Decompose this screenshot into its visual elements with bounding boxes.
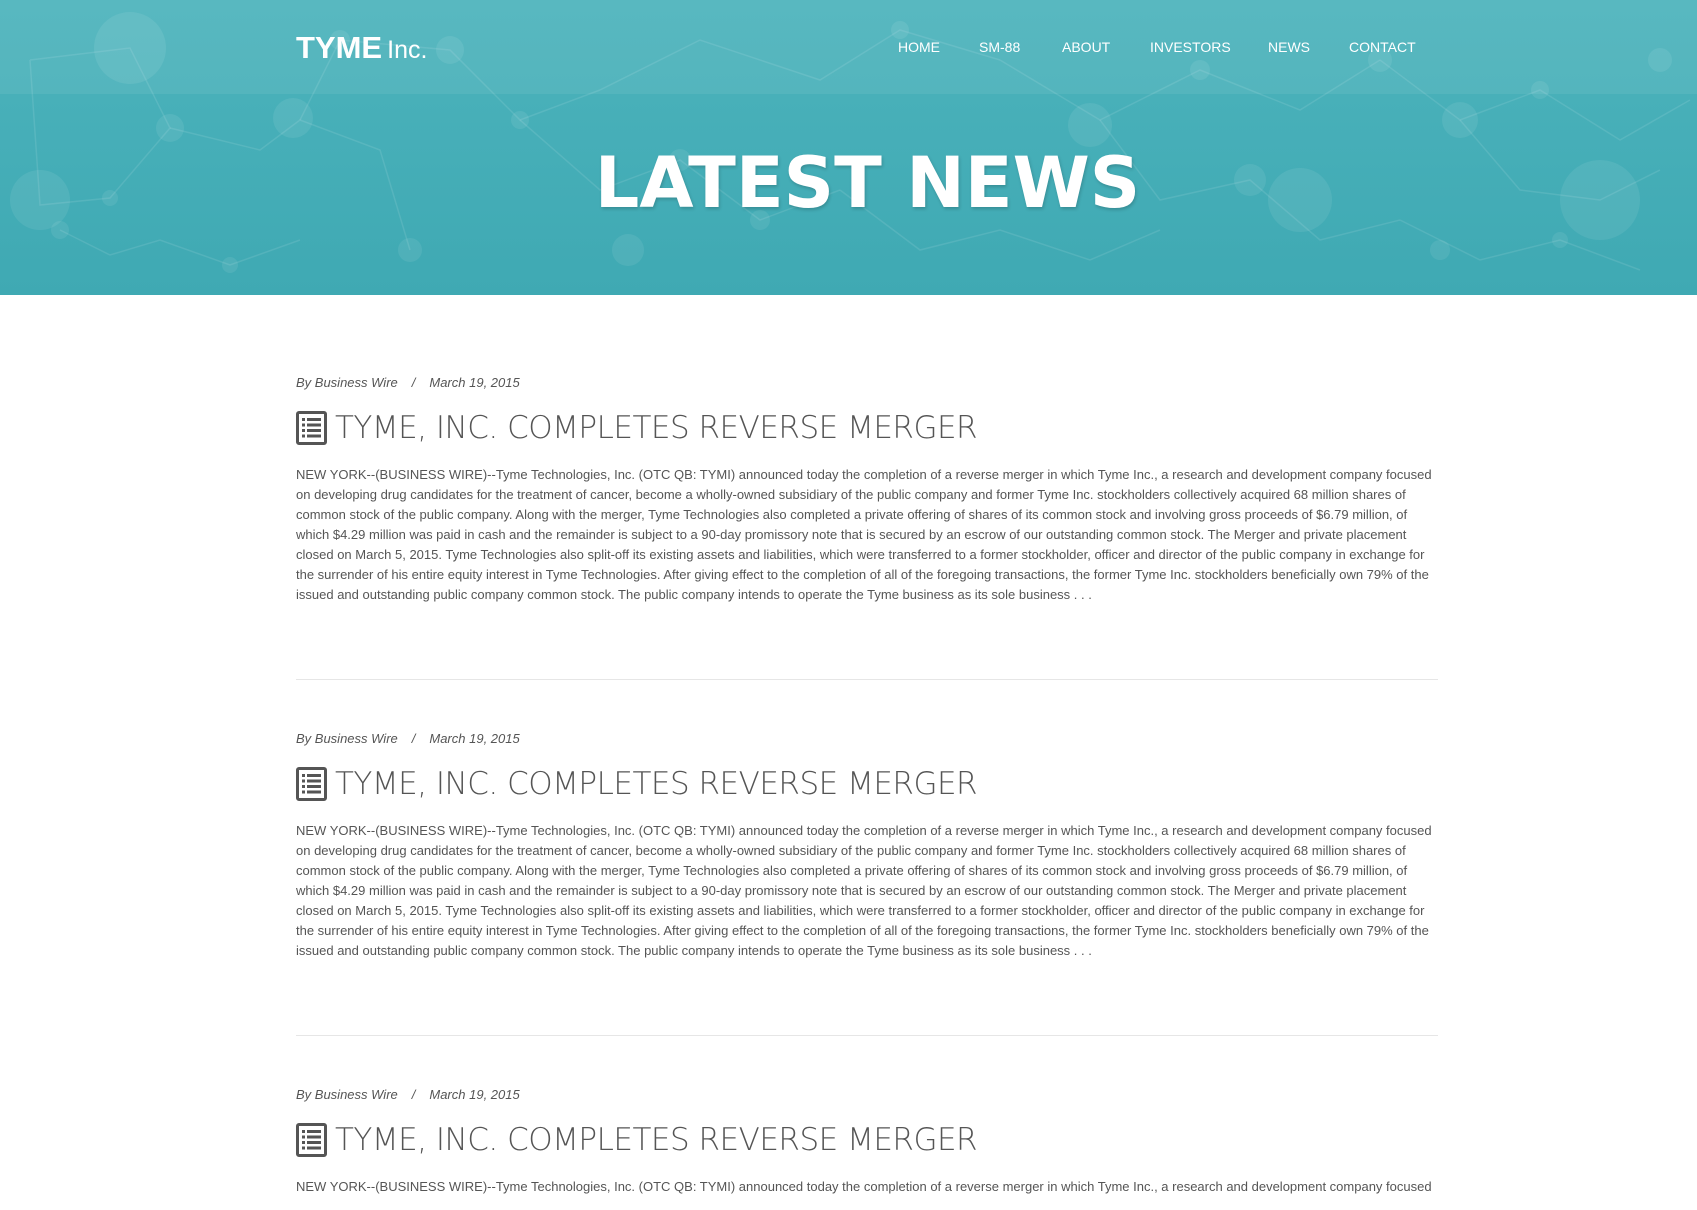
post-title-text: TYME, INC. COMPLETES REVERSE MERGER [335,766,978,802]
hero-banner: TYME Inc. HOME SM-88 ABOUT INVESTORS NEWS… [0,0,1697,295]
post-author: By Business Wire [296,731,398,746]
post-title-text: TYME, INC. COMPLETES REVERSE MERGER [335,1122,978,1158]
news-post: By Business Wire / March 19, 2015 TYME, IN… [296,731,1438,974]
post-meta: By Business Wire / March 19, 2015 [296,375,1438,393]
post-title[interactable]: TYME, INC. COMPLETES REVERSE MERGER [296,1117,1438,1163]
document-list-icon [296,767,327,801]
nav-sm-88[interactable]: SM-88 [979,39,1020,55]
post-title[interactable]: TYME, INC. COMPLETES REVERSE MERGER [296,405,1438,451]
nav-investors[interactable]: INVESTORS [1150,39,1231,55]
post-date: March 19, 2015 [429,375,520,390]
document-list-icon [296,411,327,445]
nav-news[interactable]: NEWS [1268,39,1310,55]
post-meta: By Business Wire / March 19, 2015 [296,1087,1438,1105]
meta-separator: / [411,731,416,746]
post-excerpt: NEW YORK--(BUSINESS WIRE)--Tyme Technolo… [296,1179,1432,1194]
post-excerpt: NEW YORK--(BUSINESS WIRE)--Tyme Technolo… [296,823,1432,958]
meta-separator: / [411,1087,416,1102]
post-divider [296,679,1438,680]
meta-separator: / [411,375,416,390]
post-excerpt: NEW YORK--(BUSINESS WIRE)--Tyme Technolo… [296,467,1432,602]
post-title-text: TYME, INC. COMPLETES REVERSE MERGER [335,410,978,446]
post-divider [296,1035,1438,1036]
post-meta: By Business Wire / March 19, 2015 [296,731,1438,749]
post-date: March 19, 2015 [429,1087,520,1102]
page-title: LATEST NEWS [594,142,1141,224]
post-date: March 19, 2015 [429,731,520,746]
document-list-icon [296,1123,327,1157]
nav-about[interactable]: ABOUT [1062,39,1110,55]
nav-contact[interactable]: CONTACT [1349,39,1416,55]
post-author: By Business Wire [296,1087,398,1102]
news-post: By Business Wire / March 19, 2015 TYME, IN… [296,1087,1438,1210]
post-author: By Business Wire [296,375,398,390]
news-post: By Business Wire / March 19, 2015 TYME, IN… [296,375,1438,618]
post-title[interactable]: TYME, INC. COMPLETES REVERSE MERGER [296,761,1438,807]
nav-home[interactable]: HOME [898,39,940,55]
main-nav: HOME SM-88 ABOUT INVESTORS NEWS CONTACT [0,39,1697,59]
